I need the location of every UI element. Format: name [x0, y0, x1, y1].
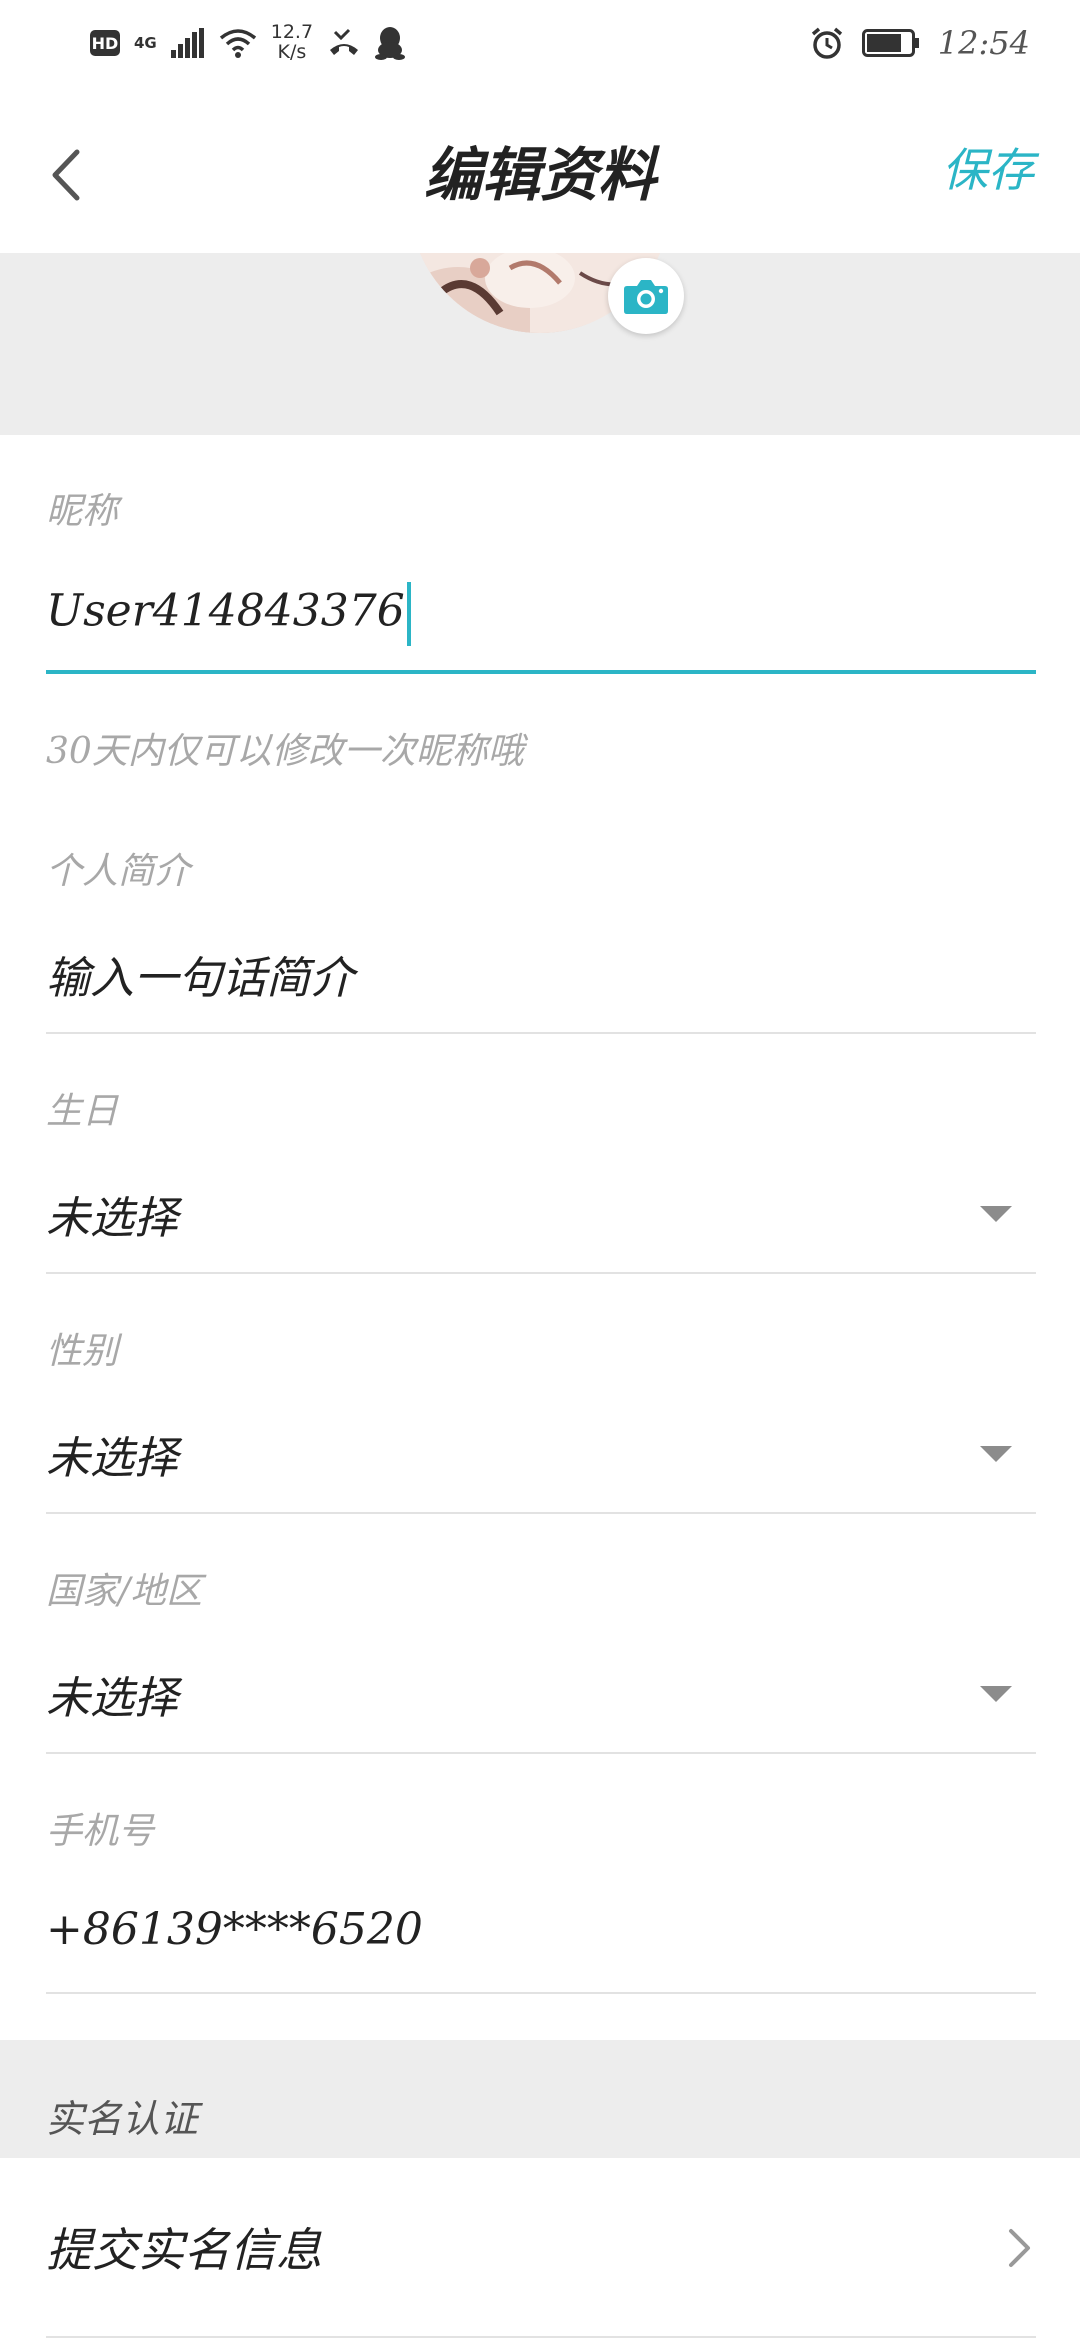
submit-row-divider [46, 2336, 1036, 2338]
nickname-underline [46, 670, 1036, 674]
birthday-label: 生日 [46, 1091, 119, 1132]
phone-underline [46, 1992, 1036, 1994]
app-header: 编辑资料 保存 [0, 88, 1080, 253]
page-title: 编辑资料 [423, 141, 656, 209]
verification-section-title: 实名认证 [46, 2097, 199, 2141]
qq-icon [375, 27, 406, 60]
birthday-select[interactable]: 未选择 [46, 1182, 178, 1246]
phone-value: +86139****6520 [46, 1904, 423, 1955]
nickname-value: User414843376 [46, 585, 405, 637]
submit-verification-label: 提交实名信息 [46, 2223, 322, 2277]
avatar-section [0, 253, 1080, 435]
signal-icon [170, 28, 204, 58]
change-avatar-button[interactable] [608, 258, 684, 334]
bio-underline [46, 1032, 1036, 1034]
network-speed-value: 12.7 [270, 21, 314, 44]
network-type: 4G [134, 33, 157, 52]
phone-label: 手机号 [46, 1811, 155, 1852]
hd-badge: HD [90, 30, 120, 56]
missed-call-icon [330, 28, 359, 55]
status-time: 12:54 [937, 24, 1030, 62]
status-bar: HD 4G 12.7 K/s 12:54 [0, 0, 1080, 88]
nickname-hint: 30天内仅可以修改一次昵称哦 [46, 731, 524, 772]
region-label: 国家/地区 [46, 1571, 203, 1612]
chevron-right-icon [1009, 2229, 1030, 2267]
status-right-icons: 12:54 [810, 18, 1030, 68]
bio-label: 个人简介 [46, 851, 191, 892]
camera-icon [624, 280, 668, 314]
gender-select[interactable]: 未选择 [46, 1422, 178, 1486]
network-speed-unit: K/s [277, 41, 307, 63]
text-cursor [406, 582, 411, 646]
nickname-input[interactable]: User414843376 [46, 582, 411, 646]
gender-label: 性别 [46, 1331, 119, 1372]
save-button[interactable]: 保存 [942, 134, 1034, 200]
region-select[interactable]: 未选择 [46, 1662, 178, 1726]
status-left-icons: HD 4G 12.7 K/s [90, 18, 406, 68]
battery-icon [861, 29, 919, 57]
region-underline [46, 1752, 1036, 1754]
gender-underline [46, 1512, 1036, 1514]
bio-input[interactable]: 输入一句话简介 [46, 942, 354, 1006]
region-dropdown-icon[interactable] [980, 1686, 1012, 1702]
birthday-dropdown-icon[interactable] [980, 1206, 1012, 1222]
alarm-icon [811, 27, 842, 59]
gender-dropdown-icon[interactable] [980, 1446, 1012, 1462]
birthday-underline [46, 1272, 1036, 1274]
wifi-icon [219, 29, 256, 58]
nickname-label: 昵称 [46, 491, 119, 532]
network-speed: 12.7 K/s [270, 21, 314, 63]
